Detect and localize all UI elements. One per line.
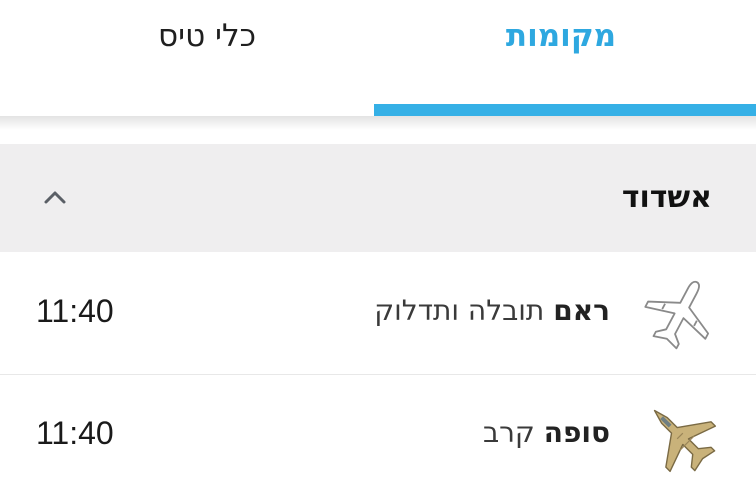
row-time: 11:40 (36, 415, 114, 451)
aircraft-type: תובלה ותדלוק (374, 294, 545, 327)
transport-plane-icon (644, 280, 710, 350)
list-item[interactable]: סופה קרב 11:40 (0, 376, 756, 480)
aircraft-name: ראם (553, 294, 610, 327)
section-header-ashdod[interactable]: אשדוד (0, 144, 756, 252)
tab-aircraft-label: כלי טיס (158, 18, 256, 54)
list-item[interactable]: ראם תובלה ותדלוק 11:40 (0, 254, 756, 375)
row-text: ראם תובלה ותדלוק (374, 294, 610, 327)
fighter-jet-icon (653, 409, 717, 473)
row-time: 11:40 (36, 293, 114, 329)
tab-bar: מקומות כלי טיס (0, 0, 756, 116)
app-screen: מקומות כלי טיס אשדוד ראם תובלה ותדלוק 11… (0, 0, 756, 480)
chevron-up-icon[interactable] (38, 180, 72, 214)
tab-bar-shadow (0, 116, 756, 130)
tab-places-label: מקומות (505, 18, 617, 54)
row-text: סופה קרב (483, 416, 610, 449)
tab-aircraft[interactable]: כלי טיס (0, 0, 378, 116)
tab-places[interactable]: מקומות (378, 0, 756, 116)
active-tab-indicator (374, 104, 756, 116)
aircraft-type: קרב (482, 416, 535, 449)
aircraft-name: סופה (543, 416, 610, 449)
section-title: אשדוד (621, 180, 712, 215)
